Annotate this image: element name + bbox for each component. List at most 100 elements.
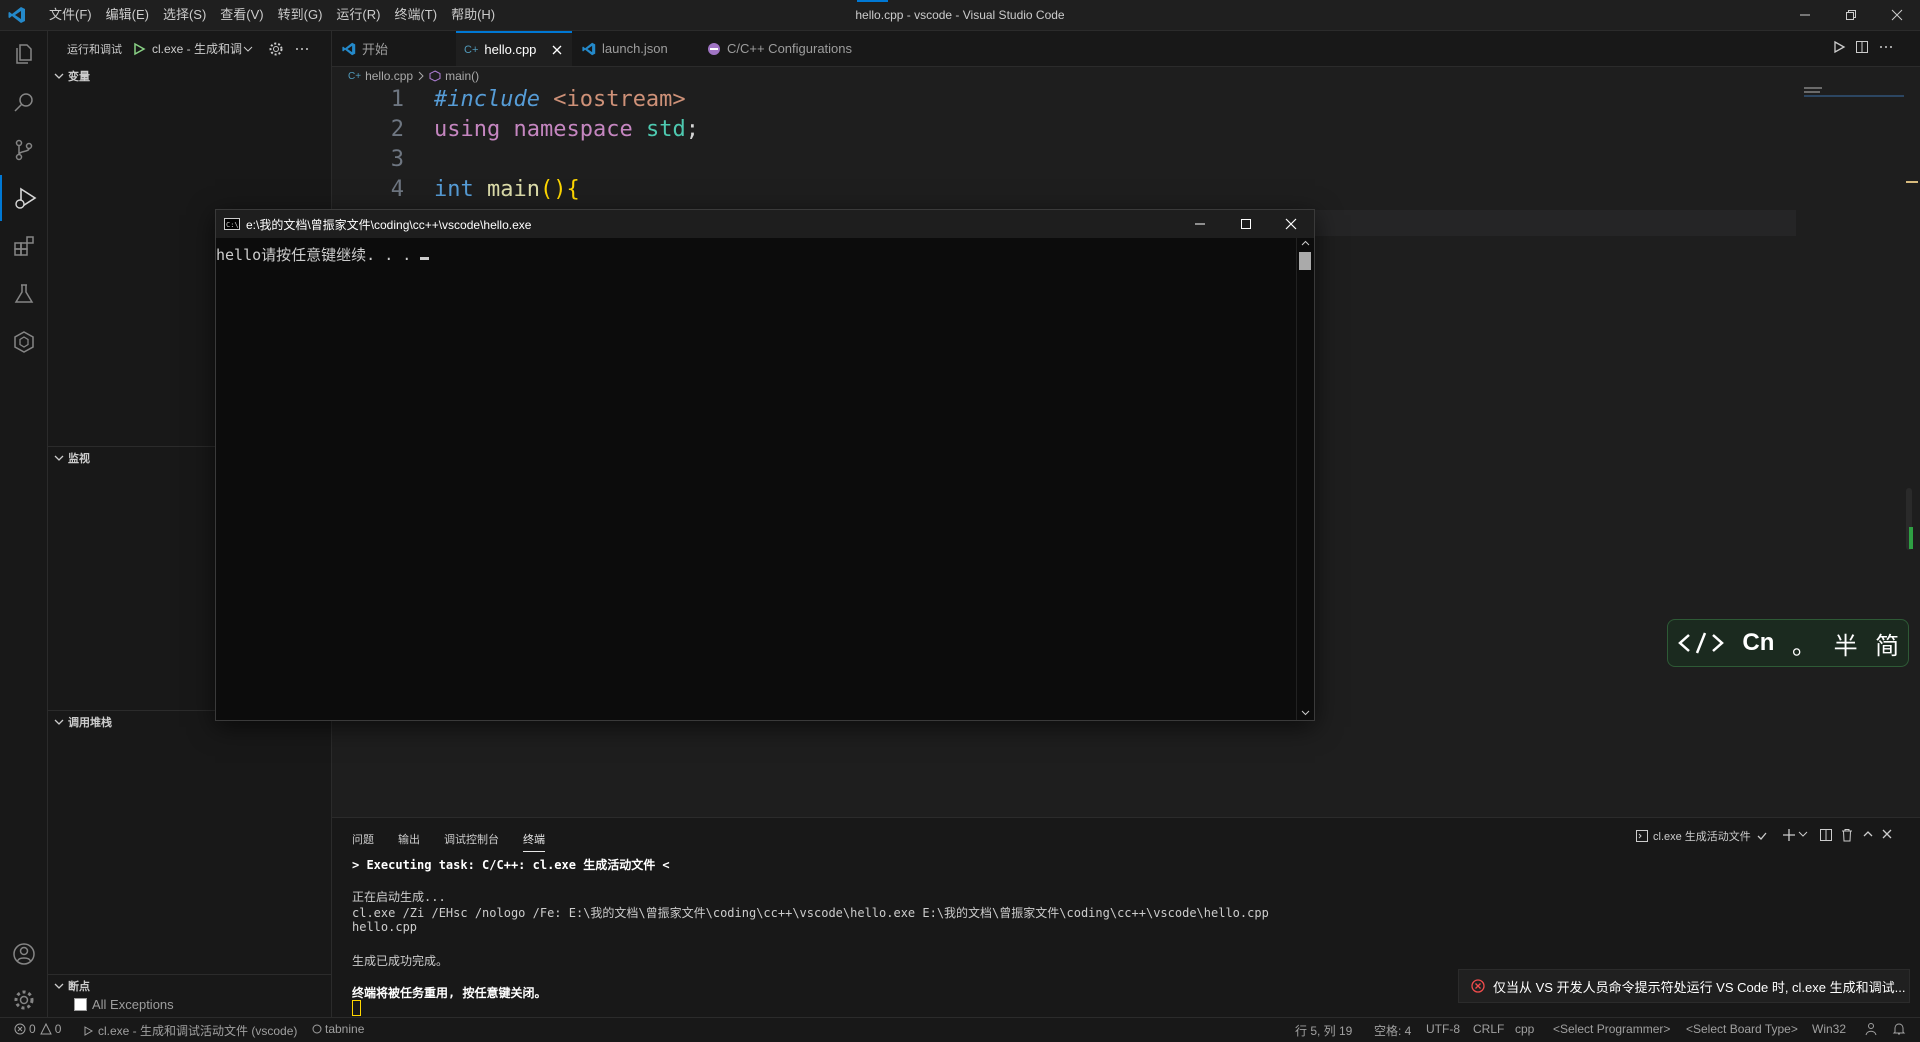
- console-window[interactable]: C:\ e:\我的文档\曾振家文件\coding\cc++\vscode\hel…: [215, 209, 1315, 721]
- split-editor-button[interactable]: [1855, 40, 1869, 54]
- programmer-status[interactable]: <Select Programmer>: [1553, 1022, 1670, 1036]
- chevron-down-icon: [1798, 829, 1808, 839]
- chevron-up-icon: [1862, 828, 1874, 840]
- debug-alt-icon: [82, 1025, 94, 1037]
- token-namespace: std: [645, 117, 686, 142]
- ime-language[interactable]: Cn: [1742, 629, 1774, 657]
- minimize-button[interactable]: [1782, 0, 1828, 30]
- testing-button[interactable]: [0, 271, 47, 317]
- debug-config-status[interactable]: cl.exe - 生成和调试活动文件 (vscode): [82, 1022, 297, 1039]
- code-line-1[interactable]: 1 #include <iostream>: [348, 85, 686, 115]
- search-button[interactable]: [0, 79, 47, 125]
- start-debugging-button[interactable]: cl.exe - 生成和调: [132, 40, 254, 57]
- terminal-task-selector[interactable]: cl.exe 生成活动文件: [1635, 828, 1768, 844]
- console-output[interactable]: hello请按任意键继续. . .: [216, 238, 1296, 726]
- token-punctuation: ;: [685, 117, 699, 142]
- tab-close-button[interactable]: [552, 45, 562, 55]
- chevron-up-icon: [1301, 240, 1310, 246]
- panel-tab-terminal[interactable]: 终端: [523, 831, 545, 852]
- split-editor-icon: [1855, 40, 1869, 54]
- tab-cpp-configurations[interactable]: C/C++ Configurations: [707, 31, 887, 66]
- tabnine-status[interactable]: tabnine: [312, 1022, 364, 1036]
- eol-status[interactable]: CRLF: [1473, 1022, 1504, 1036]
- encoding-status[interactable]: UTF-8: [1426, 1022, 1460, 1036]
- panel-tab-debug-console[interactable]: 调试控制台: [444, 831, 499, 847]
- debug-config-select[interactable]: cl.exe - 生成和调: [152, 40, 242, 57]
- remote-explorer-button[interactable]: [0, 319, 47, 365]
- source-control-button[interactable]: [0, 127, 47, 173]
- more-actions-button[interactable]: [294, 41, 310, 57]
- console-maximize-button[interactable]: [1223, 210, 1269, 238]
- console-scrollbar[interactable]: [1296, 238, 1314, 720]
- menu-file[interactable]: 文件(F): [42, 0, 99, 30]
- account-icon: [12, 942, 36, 966]
- run-debug-icon: [13, 185, 39, 211]
- code-line-2[interactable]: 2 using namespace std;: [348, 115, 699, 145]
- menu-help[interactable]: 帮助(H): [444, 0, 502, 30]
- notifications-button[interactable]: [1892, 1022, 1906, 1036]
- notification-toast[interactable]: 仅当从 VS 开发人员命令提示符处运行 VS Code 时, cl.exe 生成…: [1458, 969, 1910, 1003]
- ime-punctuation[interactable]: 。: [1792, 626, 1816, 661]
- tab-welcome[interactable]: 开始: [342, 31, 442, 66]
- terminal-dropdown-button[interactable]: [1798, 829, 1808, 839]
- maximize-panel-button[interactable]: [1862, 828, 1874, 840]
- code-line-3[interactable]: 3: [348, 145, 434, 175]
- breadcrumb-symbol[interactable]: main(): [445, 69, 479, 83]
- panel-tab-problems[interactable]: 问题: [352, 831, 374, 847]
- editor-more-actions-button[interactable]: [1879, 40, 1893, 54]
- close-panel-button[interactable]: [1881, 828, 1893, 840]
- terminal-line: > Executing task: C/C++: cl.exe 生成活动文件 <: [352, 858, 670, 872]
- token-paren: (): [539, 177, 567, 202]
- language-status[interactable]: cpp: [1515, 1022, 1534, 1036]
- title-progress-indicator: [857, 0, 888, 2]
- menu-edit[interactable]: 编辑(E): [99, 0, 156, 30]
- panel-tab-output[interactable]: 输出: [398, 831, 420, 847]
- breakpoints-section-header[interactable]: 断点: [48, 974, 331, 997]
- code-line-4[interactable]: 4 int main(){: [348, 175, 580, 205]
- explorer-button[interactable]: [0, 31, 47, 77]
- tab-label: hello.cpp: [484, 42, 537, 57]
- platform-status[interactable]: Win32: [1812, 1022, 1846, 1036]
- split-terminal-button[interactable]: [1819, 828, 1833, 842]
- ime-width[interactable]: 半: [1834, 626, 1858, 661]
- callstack-label: 调用堆栈: [68, 717, 112, 729]
- feedback-button[interactable]: [1864, 1022, 1878, 1036]
- symbol-method-icon: [429, 70, 441, 82]
- variables-section-header[interactable]: 变量: [48, 65, 331, 87]
- close-button[interactable]: [1874, 0, 1920, 30]
- problems-status[interactable]: 0 0: [14, 1022, 61, 1036]
- close-icon: [1881, 828, 1893, 840]
- console-title-bar[interactable]: C:\ e:\我的文档\曾振家文件\coding\cc++\vscode\hel…: [216, 210, 1314, 238]
- gear-icon: [268, 41, 284, 57]
- open-launch-json-button[interactable]: [268, 41, 284, 57]
- minimap[interactable]: [1804, 86, 1904, 98]
- cursor-position-status[interactable]: 行 5, 列 19: [1295, 1022, 1352, 1039]
- menu-run[interactable]: 运行(R): [329, 0, 387, 30]
- console-minimize-button[interactable]: [1177, 210, 1223, 238]
- kill-terminal-button[interactable]: [1840, 828, 1854, 842]
- breadcrumb-file[interactable]: hello.cpp: [365, 69, 413, 83]
- console-close-button[interactable]: [1268, 210, 1314, 238]
- extensions-button[interactable]: [0, 223, 47, 269]
- menu-view[interactable]: 查看(V): [213, 0, 270, 30]
- run-debug-button[interactable]: [0, 175, 49, 221]
- all-exceptions-checkbox[interactable]: [74, 998, 87, 1011]
- board-type-status[interactable]: <Select Board Type>: [1686, 1022, 1798, 1036]
- tab-launch-json[interactable]: launch.json: [582, 31, 702, 66]
- menu-go[interactable]: 转到(G): [271, 0, 330, 30]
- trash-icon: [1840, 828, 1854, 842]
- accounts-button[interactable]: [0, 931, 47, 977]
- run-file-button[interactable]: [1832, 40, 1846, 54]
- ime-toolbar[interactable]: Cn 。 半 简: [1667, 619, 1909, 667]
- menu-terminal[interactable]: 终端(T): [387, 0, 444, 30]
- token-type: int: [434, 177, 474, 202]
- console-scroll-thumb[interactable]: [1299, 252, 1311, 270]
- hexagon-icon: [12, 330, 36, 354]
- ime-script[interactable]: 简: [1875, 626, 1899, 661]
- menu-selection[interactable]: 选择(S): [156, 0, 213, 30]
- new-terminal-button[interactable]: [1782, 828, 1796, 842]
- indentation-status[interactable]: 空格: 4: [1374, 1022, 1411, 1039]
- tab-hello-cpp[interactable]: C+ hello.cpp: [456, 31, 572, 66]
- restore-button[interactable]: [1828, 0, 1874, 30]
- console-title: e:\我的文档\曾振家文件\coding\cc++\vscode\hello.e…: [246, 217, 532, 232]
